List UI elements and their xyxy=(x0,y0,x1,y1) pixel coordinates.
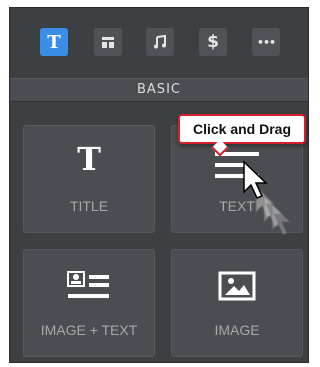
image-icon xyxy=(217,270,257,302)
image-block-tile[interactable]: IMAGE xyxy=(171,249,303,357)
drag-cursor-icon xyxy=(243,160,292,236)
text-category-button[interactable]: T xyxy=(40,28,68,56)
layout-category-button[interactable] xyxy=(94,28,122,56)
section-title: BASIC xyxy=(137,82,181,97)
image-text-block-tile[interactable]: IMAGE + TEXT xyxy=(23,249,155,357)
tile-label: TITLE xyxy=(69,198,109,214)
commerce-category-button[interactable]: $ xyxy=(199,28,227,56)
image-text-icon xyxy=(67,270,111,302)
tile-label: IMAGE + TEXT xyxy=(40,322,138,338)
section-header: BASIC xyxy=(10,78,308,102)
click-and-drag-tooltip: Click and Drag xyxy=(178,114,306,144)
dollar-icon: $ xyxy=(207,32,219,52)
more-category-button[interactable]: ••• xyxy=(252,28,280,56)
title-block-tile[interactable]: T TITLE xyxy=(23,125,155,233)
text-icon: T xyxy=(47,31,61,53)
category-toolbar: T $ ••• xyxy=(10,8,308,78)
music-note-icon xyxy=(154,34,166,49)
audio-category-button[interactable] xyxy=(146,28,174,56)
title-icon: T xyxy=(77,140,101,178)
layout-icon xyxy=(102,37,114,48)
tooltip-text: Click and Drag xyxy=(192,121,292,137)
more-icon: ••• xyxy=(256,35,276,49)
tile-label: IMAGE xyxy=(214,322,260,338)
